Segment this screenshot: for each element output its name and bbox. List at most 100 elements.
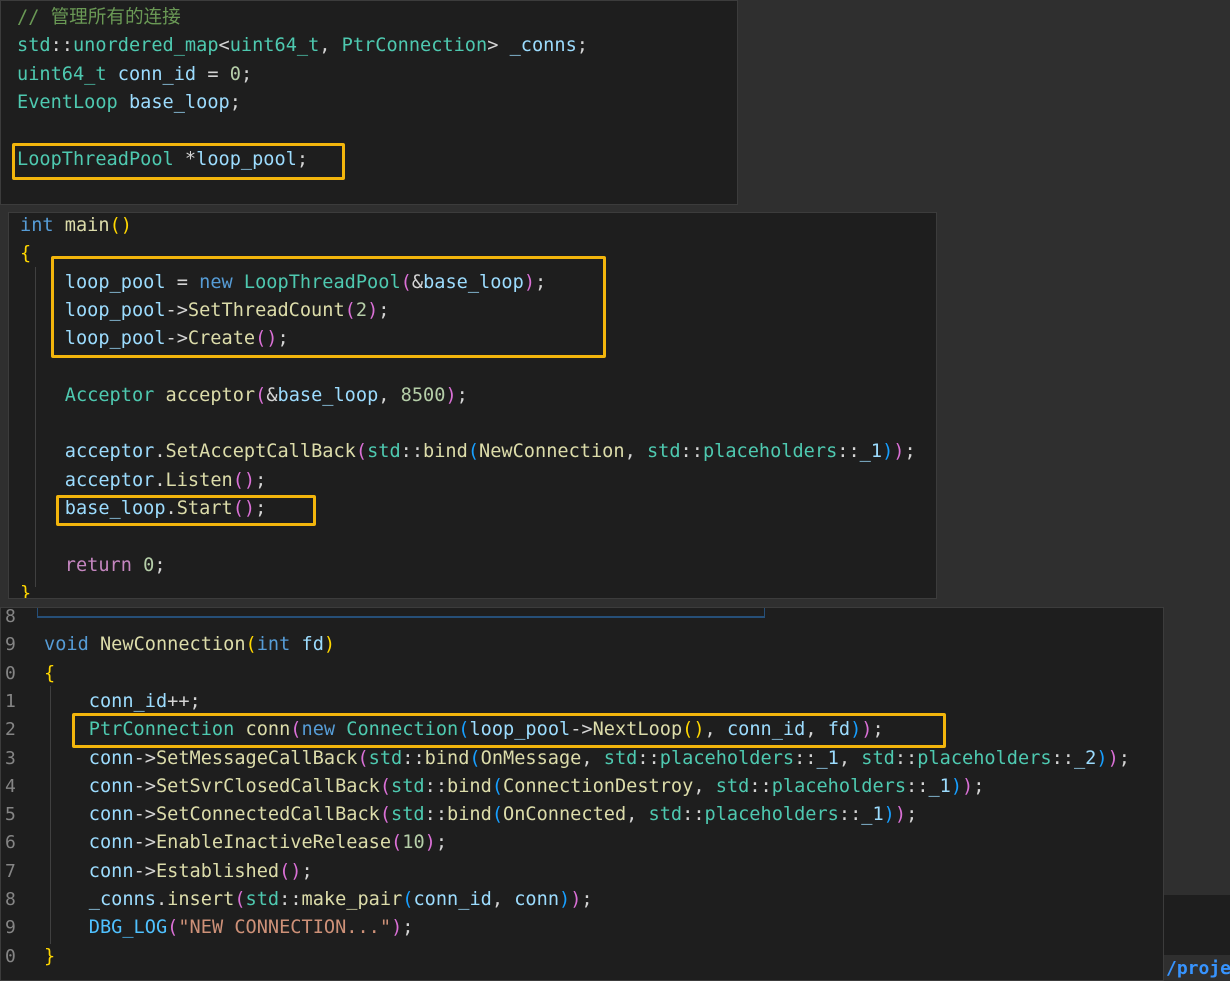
- code-line[interactable]: {: [20, 240, 31, 268]
- code-token: ;: [154, 554, 166, 576]
- code-token: ;: [301, 860, 313, 882]
- code-token: uint64_t: [17, 63, 107, 85]
- code-line[interactable]: _conns.insert(std::make_pair(conn_id, co…: [44, 886, 593, 914]
- code-line[interactable]: int main(): [20, 213, 132, 240]
- code-token: ;: [435, 832, 448, 854]
- code-token: (: [491, 804, 504, 826]
- code-token: ;: [240, 63, 253, 85]
- code-token: ,: [838, 747, 862, 769]
- line-number: 0: [5, 662, 16, 684]
- code-token: ;: [576, 35, 588, 57]
- code-token: .: [154, 441, 166, 463]
- code-token: ;: [255, 469, 267, 491]
- code-token: ::: [1051, 747, 1074, 769]
- code-line[interactable]: conn_id++;: [44, 688, 201, 716]
- line-number: 8: [5, 889, 16, 910]
- code-line[interactable]: // 管理所有的连接: [17, 4, 181, 32]
- code-line[interactable]: {: [44, 660, 55, 688]
- code-token: ;: [904, 441, 916, 463]
- code-snippet-new-connection: void NewConnection(int fd){ conn_id++; P…: [0, 607, 1164, 981]
- code-token: ::: [424, 804, 448, 826]
- code-token: SetMessageCallBack: [155, 747, 358, 769]
- code-line[interactable]: DBG_LOG("NEW CONNECTION...");: [44, 914, 414, 942]
- code-token: 8500: [400, 384, 446, 406]
- code-token: ,: [626, 804, 649, 826]
- code-line[interactable]: conn->SetMessageCallBack(std::bind(OnMes…: [44, 745, 1130, 773]
- code-line[interactable]: EventLoop base_loop;: [17, 89, 241, 117]
- code-line[interactable]: std::unordered_map<uint64_t, PtrConnecti…: [17, 32, 588, 60]
- code-token: ;: [402, 917, 414, 939]
- code-token: ,: [319, 35, 342, 57]
- line-number: 7: [5, 860, 16, 882]
- code-line[interactable]: conn->Established();: [44, 858, 313, 886]
- highlight-base-loop-start: [56, 495, 316, 526]
- code-token: (: [379, 804, 392, 826]
- code-token: ): [391, 917, 403, 939]
- code-token: ;: [906, 804, 918, 826]
- code-token: ;: [973, 775, 985, 797]
- code-token: 0: [229, 63, 241, 85]
- code-token: return: [64, 554, 132, 576]
- code-token: ++;: [167, 690, 201, 712]
- code-token: ->: [133, 747, 156, 769]
- code-token: ): [445, 384, 457, 406]
- code-line[interactable]: return 0;: [20, 552, 166, 580]
- code-token: ::: [837, 441, 860, 463]
- code-token: ;: [229, 91, 241, 113]
- code-token: Listen: [165, 469, 233, 491]
- code-token: ::: [682, 804, 705, 826]
- code-token: _1: [816, 747, 839, 769]
- code-token: insert: [167, 889, 235, 910]
- code-token: ->: [133, 804, 156, 826]
- code-token: ): [1096, 747, 1108, 769]
- code-line[interactable]: acceptor.Listen();: [20, 467, 267, 495]
- code-token: ): [962, 775, 974, 797]
- code-token: ,: [581, 747, 604, 769]
- code-token: {: [44, 662, 56, 684]
- code-token: _1: [861, 804, 884, 826]
- code-line[interactable]: void NewConnection(int fd): [44, 631, 335, 659]
- line-number: 6: [5, 832, 16, 854]
- code-token: std: [17, 35, 51, 57]
- peek-widget-border: [37, 608, 765, 618]
- code-token: ->: [133, 775, 156, 797]
- code-token: std: [391, 804, 425, 826]
- code-token: ,: [378, 384, 401, 406]
- line-number: 8: [5, 607, 16, 627]
- code-token: "NEW CONNECTION...": [178, 917, 392, 939]
- code-line[interactable]: conn->EnableInactiveRelease(10);: [44, 829, 447, 857]
- code-line[interactable]: }: [44, 943, 55, 971]
- code-token: OnMessage: [480, 747, 582, 769]
- code-token: // 管理所有的连接: [17, 7, 181, 28]
- code-line[interactable]: conn->SetSvrClosedCallBack(std::bind(Con…: [44, 773, 985, 801]
- code-token: (: [491, 775, 504, 797]
- code-token: ): [570, 889, 582, 910]
- code-line[interactable]: uint64_t conn_id = 0;: [17, 61, 252, 89]
- code-token: unordered_map: [72, 35, 219, 57]
- code-token: placeholders: [704, 804, 839, 826]
- code-token: ::: [637, 747, 660, 769]
- code-token: ::: [838, 804, 862, 826]
- highlight-loop-pool-setup: [51, 256, 606, 358]
- code-token: conn: [88, 832, 134, 854]
- code-token: ,: [693, 775, 716, 797]
- code-line[interactable]: Acceptor acceptor(&base_loop, 8500);: [20, 382, 468, 410]
- code-token: 10: [402, 832, 425, 854]
- code-line[interactable]: acceptor.SetAcceptCallBack(std::bind(New…: [20, 438, 916, 466]
- code-line[interactable]: conn->SetConnectedCallBack(std::bind(OnC…: [44, 801, 917, 829]
- code-token: ::: [50, 35, 73, 57]
- indent-guide: [50, 686, 51, 944]
- code-token: placeholders: [702, 441, 838, 463]
- code-token: bind: [447, 804, 492, 826]
- code-token: (: [391, 832, 403, 854]
- line-number: 9: [5, 634, 16, 656]
- line-number: 0: [5, 945, 16, 967]
- code-line[interactable]: }: [20, 580, 31, 598]
- code-token: _1: [859, 441, 883, 463]
- code-token: conn: [88, 860, 134, 882]
- code-token: SetSvrClosedCallBack: [155, 775, 380, 797]
- code-token: ::: [680, 441, 703, 463]
- terminal-panel: [1164, 895, 1230, 955]
- code-token: .: [155, 889, 168, 910]
